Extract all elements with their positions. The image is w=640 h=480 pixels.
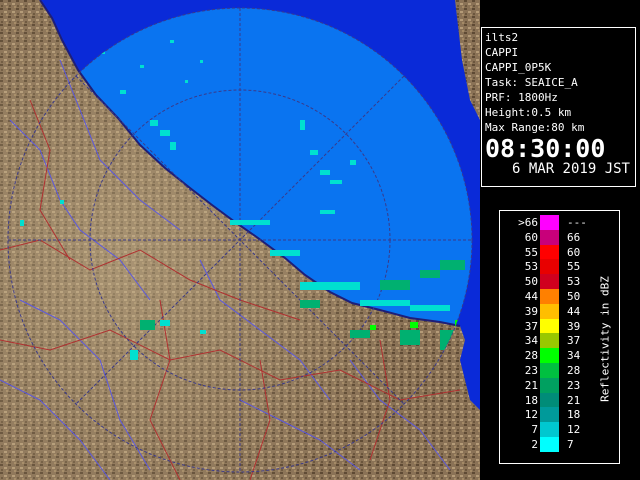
legend-high-value: 66 <box>567 230 581 244</box>
legend-color-swatch <box>540 274 559 289</box>
legend-low-value: >66 <box>518 216 538 229</box>
legend-color-swatch <box>540 229 559 245</box>
legend-low-value: 55 <box>524 245 538 259</box>
legend-low-value: 21 <box>524 378 538 392</box>
legend-low-value: 23 <box>524 363 538 377</box>
legend-low-value: 2 <box>531 437 538 451</box>
legend-color-swatch <box>540 422 559 437</box>
legend-high-value: 50 <box>567 289 581 303</box>
product-name: CAPPI <box>485 46 519 59</box>
legend-color-swatch <box>540 333 559 349</box>
legend-low-value: 44 <box>524 289 538 303</box>
radar-info-panel: ilts2 CAPPI CAPPI_0P5K Task: SEAICE_A PR… <box>481 27 636 187</box>
legend-low-value: 60 <box>524 230 538 244</box>
legend-color-swatch <box>540 377 559 393</box>
legend-high-value: 12 <box>567 423 581 437</box>
radar-map <box>0 0 480 480</box>
legend-low-value: 12 <box>524 408 538 422</box>
legend-high-value: --- <box>567 216 587 229</box>
legend-row: 55 60 <box>500 244 600 260</box>
legend-high-value: 37 <box>567 334 581 348</box>
legend-row: 44 50 <box>500 288 600 304</box>
legend-high-value: 23 <box>567 378 581 392</box>
legend-low-value: 7 <box>531 423 538 437</box>
legend-high-value: 21 <box>567 393 581 407</box>
legend-row: 18 21 <box>500 392 600 408</box>
legend-color-swatch <box>540 348 559 363</box>
task-name: Task: SEAICE_A <box>485 76 578 89</box>
legend-row: 21 23 <box>500 377 600 393</box>
legend-high-value: 44 <box>567 304 581 318</box>
legend-low-value: 53 <box>524 260 538 274</box>
legend-color-swatch <box>540 244 559 260</box>
legend-high-value: 53 <box>567 275 581 289</box>
legend-high-value: 55 <box>567 260 581 274</box>
legend-row: 12 18 <box>500 407 600 423</box>
legend-low-value: 28 <box>524 349 538 363</box>
height-value: Height:0.5 km <box>485 106 572 119</box>
legend-row: 7 12 <box>500 422 600 437</box>
legend-rows: >66 --- 60 66 55 60 53 55 50 53 44 50 39 44 37 39 34 37 28… <box>500 215 600 452</box>
legend-high-value: 18 <box>567 408 581 422</box>
legend-row: 53 55 <box>500 259 600 275</box>
legend-color-swatch <box>540 362 559 378</box>
legend-high-value: 60 <box>567 245 581 259</box>
legend-color-swatch <box>540 436 559 452</box>
legend-low-value: 37 <box>524 319 538 333</box>
legend-low-value: 39 <box>524 304 538 318</box>
legend-row: 39 44 <box>500 303 600 319</box>
legend-title: Reflectivity in dBZ <box>598 276 612 402</box>
legend-low-value: 34 <box>524 334 538 348</box>
legend-color-swatch <box>540 318 559 334</box>
legend-low-value: 18 <box>524 393 538 407</box>
legend-row: 50 53 <box>500 274 600 289</box>
legend-high-value: 7 <box>567 437 574 451</box>
legend-row: 37 39 <box>500 318 600 334</box>
max-range-value: Max Range:80 km <box>485 121 585 134</box>
observation-date: 6 MAR 2019 JST <box>511 161 630 177</box>
prf-value: PRF: 1800Hz <box>485 91 558 104</box>
legend-row: 23 28 <box>500 362 600 378</box>
legend-high-value: 34 <box>567 349 581 363</box>
reflectivity-legend: >66 --- 60 66 55 60 53 55 50 53 44 50 39 44 37 39 34 37 28… <box>499 210 620 464</box>
legend-high-value: 28 <box>567 363 581 377</box>
legend-row: 34 37 <box>500 333 600 349</box>
legend-color-swatch <box>540 407 559 423</box>
legend-color-swatch <box>540 303 559 319</box>
legend-color-swatch <box>540 215 559 230</box>
product-id: CAPPI_0P5K <box>485 61 552 74</box>
observation-time: 08:30:00 <box>485 134 606 163</box>
legend-color-swatch <box>540 288 559 304</box>
legend-row: 27 <box>500 436 600 452</box>
legend-low-value: 50 <box>524 275 538 289</box>
legend-color-swatch <box>540 259 559 275</box>
legend-row: 60 66 <box>500 229 600 245</box>
legend-color-swatch <box>540 392 559 408</box>
station-name: ilts2 <box>485 31 519 44</box>
legend-row: >66 --- <box>500 215 600 230</box>
legend-row: 28 34 <box>500 348 600 363</box>
legend-high-value: 39 <box>567 319 581 333</box>
radar-map-canvas <box>0 0 480 480</box>
